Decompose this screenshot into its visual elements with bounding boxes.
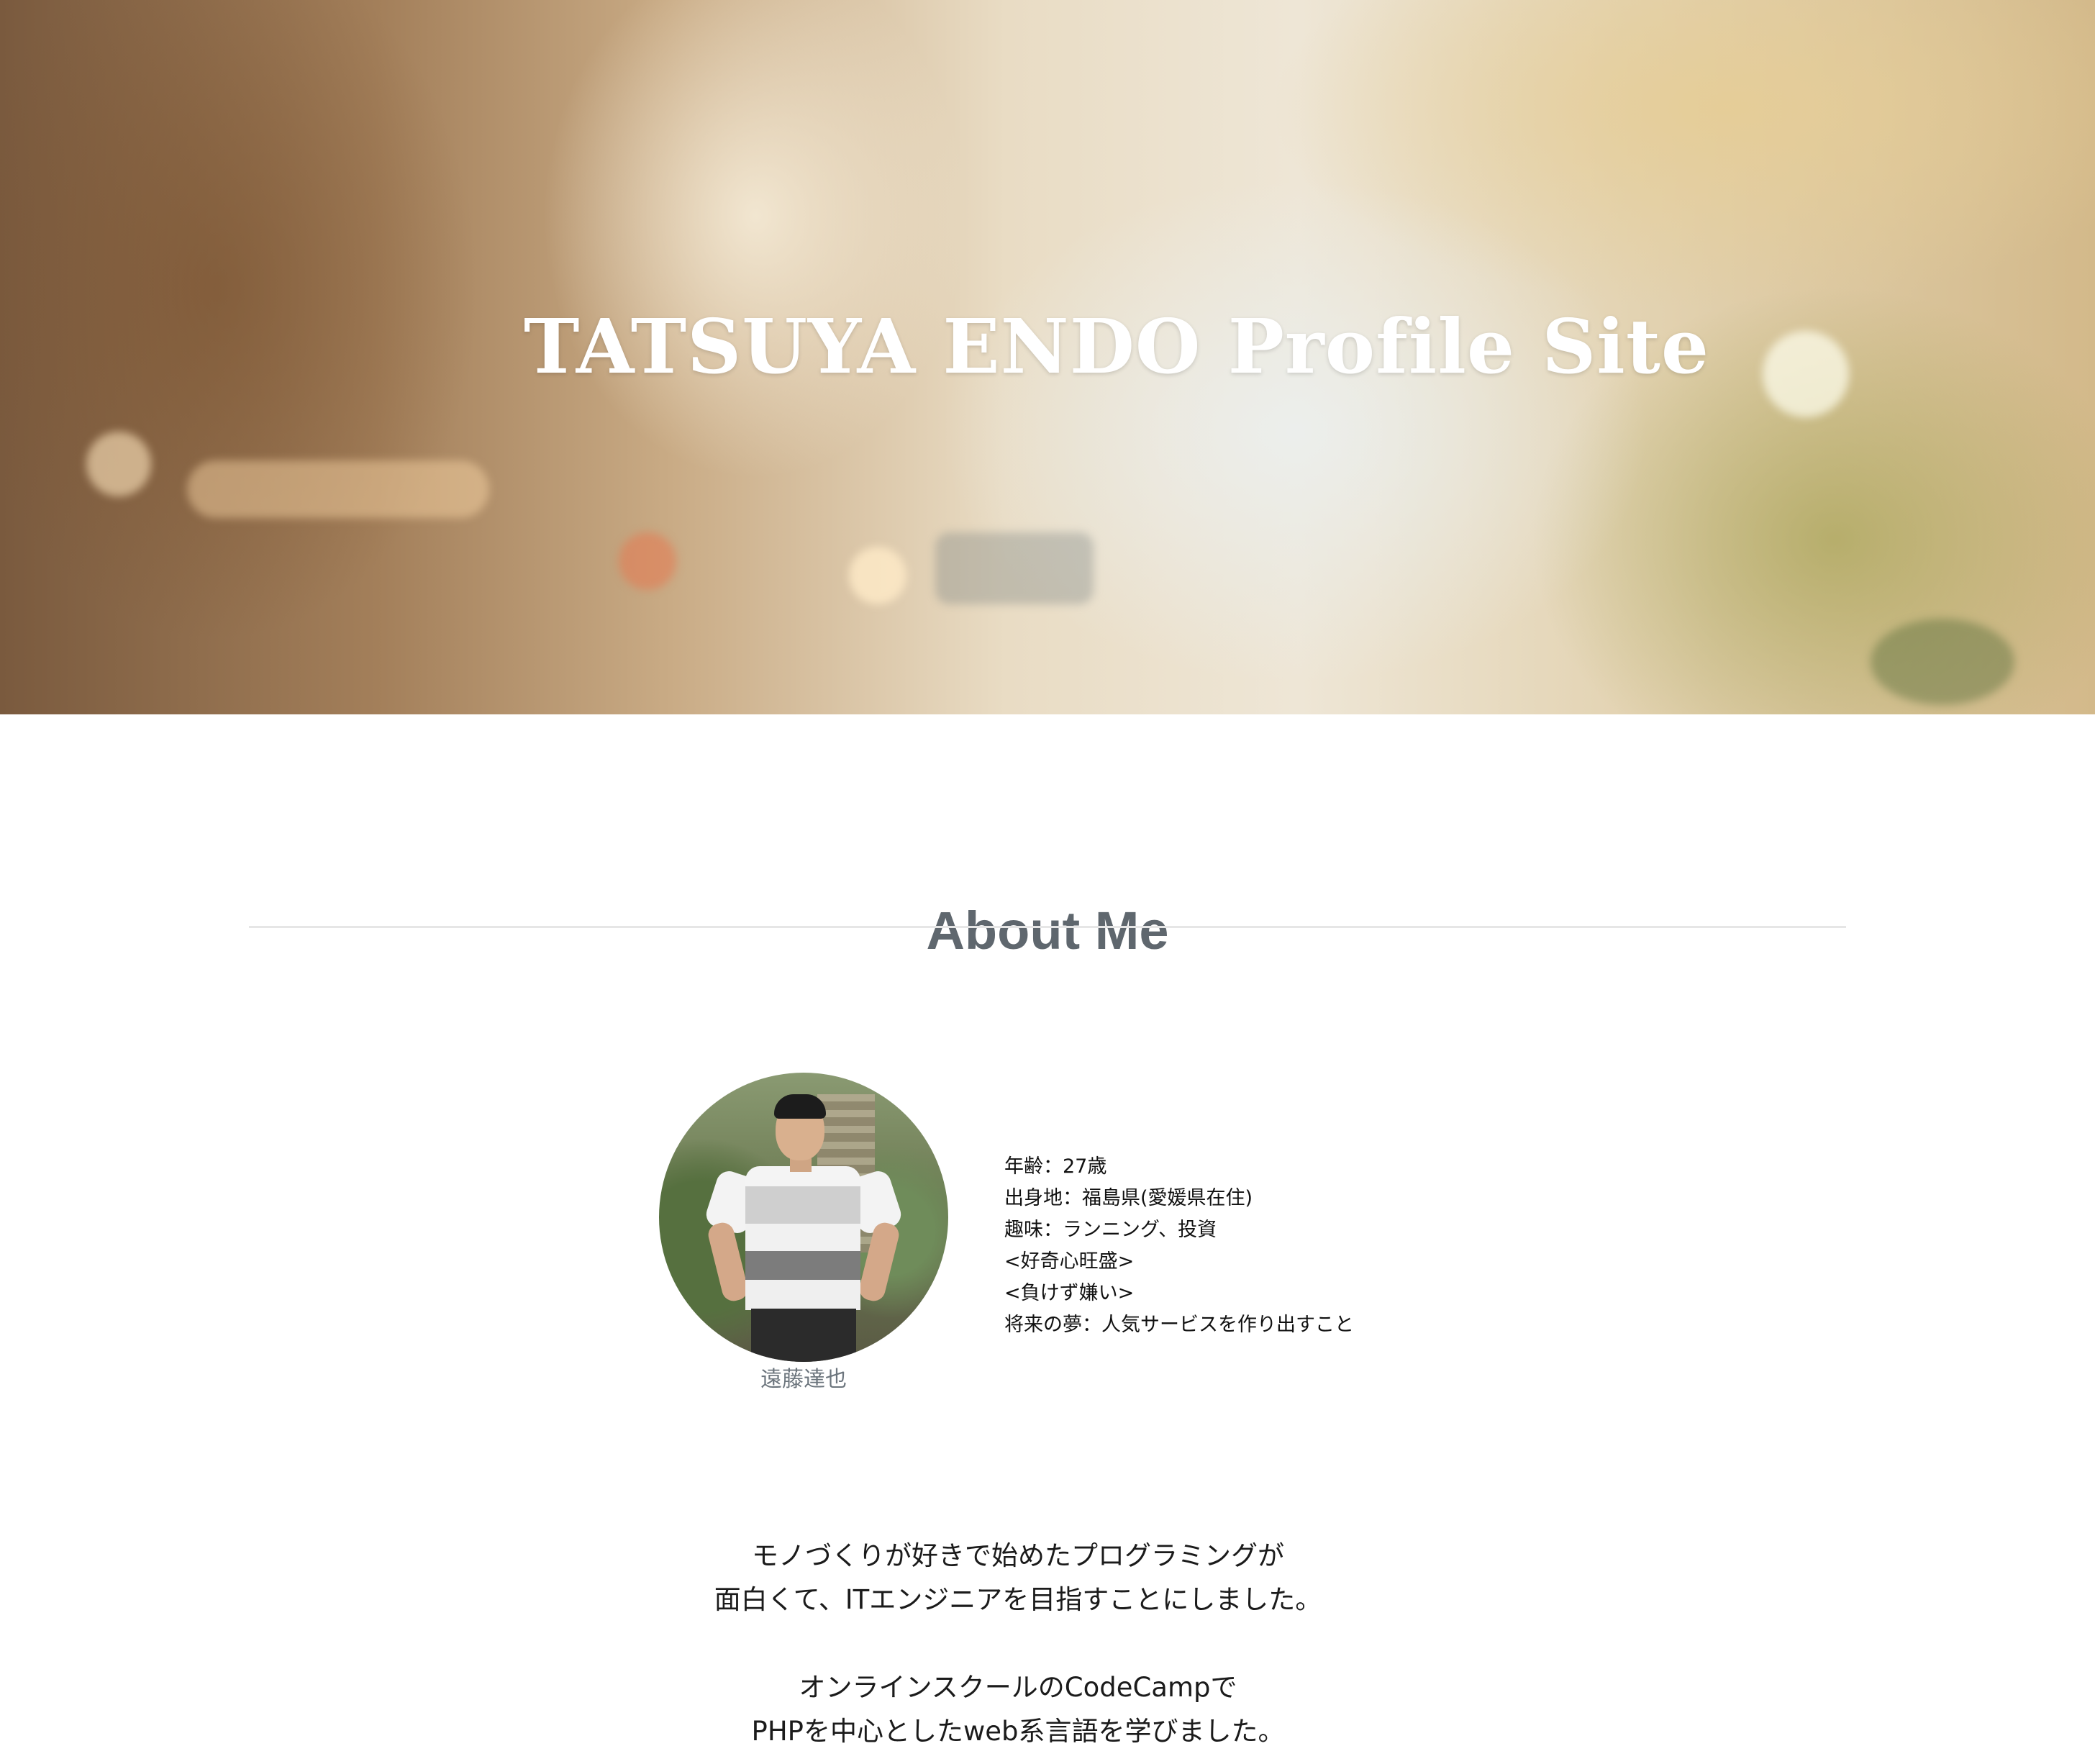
profile-dream: 将来の夢：人気サービスを作り出すこと bbox=[1004, 1314, 1354, 1336]
photo-arm-left bbox=[706, 1220, 750, 1304]
intro-line: オンラインスクールのCodeCampで bbox=[799, 1672, 1237, 1703]
profile-hometown: 出身地：福島県(愛媛県在住) bbox=[1004, 1187, 1253, 1209]
bokeh-light bbox=[849, 547, 906, 604]
section-divider bbox=[249, 926, 1846, 928]
profile-avatar bbox=[659, 1073, 948, 1362]
intro-line: モノづくりが好きで始めたプログラミングが bbox=[752, 1540, 1284, 1571]
profile-hobbies: 趣味：ランニング、投資 bbox=[1004, 1219, 1217, 1241]
photo-hair bbox=[774, 1094, 826, 1119]
profile-trait-competitive: <負けず嫌い> bbox=[1004, 1282, 1135, 1304]
bokeh-shape bbox=[935, 532, 1094, 604]
photo-shirt bbox=[745, 1166, 860, 1310]
profile-details: 年齢：27歳 出身地：福島県(愛媛県在住) 趣味：ランニング、投資 <好奇心旺盛… bbox=[1004, 1151, 1354, 1341]
intro-text: モノづくりが好きで始めたプログラミングが 面白くて、ITエンジニアを目指すことに… bbox=[0, 1534, 2036, 1753]
intro-line: PHPを中心としたweb系言語を学びました。 bbox=[751, 1716, 1285, 1747]
profile-age: 年齢：27歳 bbox=[1004, 1155, 1107, 1178]
site-title: TATSUYA ENDO Profile Site bbox=[524, 301, 1710, 391]
avatar-name-caption: 遠藤達也 bbox=[760, 1367, 847, 1392]
section-heading: About Me bbox=[926, 901, 1169, 961]
bokeh-light bbox=[187, 460, 489, 518]
bokeh-shape bbox=[1871, 619, 2014, 705]
bokeh-light bbox=[1763, 331, 1849, 417]
bokeh-light bbox=[619, 532, 676, 590]
photo-pants bbox=[751, 1309, 856, 1362]
hero-banner: TATSUYA ENDO Profile Site bbox=[0, 0, 2095, 714]
bokeh-light bbox=[86, 432, 151, 496]
intro-gap bbox=[0, 1622, 2036, 1665]
profile-trait-curious: <好奇心旺盛> bbox=[1004, 1250, 1135, 1273]
intro-line: 面白くて、ITエンジニアを目指すことにしました。 bbox=[714, 1584, 1322, 1615]
